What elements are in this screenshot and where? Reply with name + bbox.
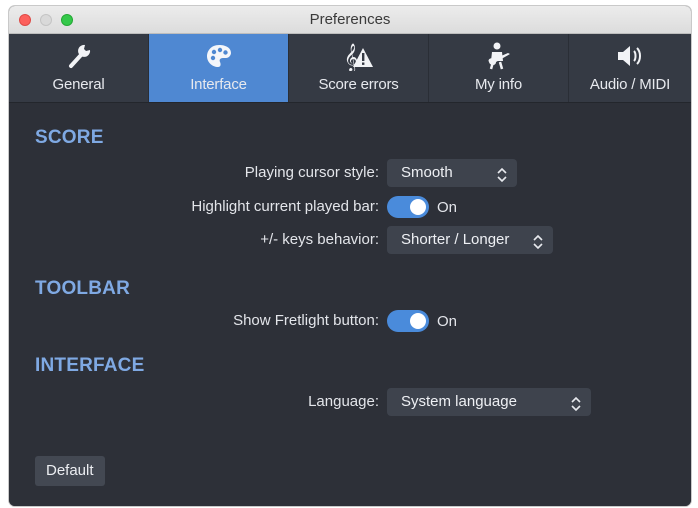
language-row: Language: System language xyxy=(9,388,691,416)
toggle-knob xyxy=(410,199,426,215)
fretlight-label: Show Fretlight button: xyxy=(233,312,379,329)
tab-my-info-label: My info xyxy=(475,76,522,93)
up-down-chevron-icon xyxy=(571,394,581,422)
tab-audio-midi-label: Audio / MIDI xyxy=(589,76,671,93)
fretlight-row: Show Fretlight button: On xyxy=(9,307,691,335)
keys-behavior-select[interactable]: Shorter / Longer xyxy=(387,226,553,254)
fretlight-toggle[interactable] xyxy=(387,310,429,332)
tab-general[interactable]: General xyxy=(9,34,149,102)
keys-behavior-value: Shorter / Longer xyxy=(401,231,510,248)
default-button[interactable]: Default xyxy=(35,456,105,486)
up-down-chevron-icon xyxy=(497,165,507,193)
highlight-bar-label: Highlight current played bar: xyxy=(191,198,379,215)
language-select[interactable]: System language xyxy=(387,388,591,416)
language-label: Language: xyxy=(308,393,379,410)
preferences-window: Preferences General Interface 𝄞 Score er… xyxy=(9,6,691,506)
toolbar-section-heading: TOOLBAR xyxy=(35,278,130,299)
toggle-knob xyxy=(410,313,426,329)
preferences-tab-bar: General Interface 𝄞 Score errors My info… xyxy=(9,34,691,103)
wrench-icon xyxy=(65,38,93,74)
cursor-style-row: Playing cursor style: Smooth xyxy=(9,159,691,187)
score-section-heading: SCORE xyxy=(35,127,104,148)
interface-section-heading: INTERFACE xyxy=(35,355,145,376)
tab-audio-midi[interactable]: Audio / MIDI xyxy=(569,34,691,102)
tab-interface[interactable]: Interface xyxy=(149,34,289,102)
window-title: Preferences xyxy=(309,11,391,28)
clef-warning-icon: 𝄞 xyxy=(342,38,376,74)
highlight-bar-toggle[interactable] xyxy=(387,196,429,218)
language-value: System language xyxy=(401,393,517,410)
tab-my-info[interactable]: My info xyxy=(429,34,569,102)
fretlight-control: On xyxy=(387,307,457,335)
up-down-chevron-icon xyxy=(533,232,543,260)
cursor-style-label: Playing cursor style: xyxy=(244,164,379,181)
tab-score-errors-label: Score errors xyxy=(318,76,399,93)
cursor-style-select[interactable]: Smooth xyxy=(387,159,517,187)
guitarist-icon xyxy=(484,38,514,74)
tab-score-errors[interactable]: 𝄞 Score errors xyxy=(289,34,429,102)
keys-behavior-row: +/- keys behavior: Shorter / Longer xyxy=(9,226,691,254)
speaker-icon xyxy=(614,38,646,74)
cursor-style-value: Smooth xyxy=(401,164,453,181)
highlight-bar-row: Highlight current played bar: On xyxy=(9,193,691,221)
tab-general-label: General xyxy=(52,76,105,93)
title-bar: Preferences xyxy=(9,6,691,34)
tab-interface-label: Interface xyxy=(190,76,247,93)
palette-icon xyxy=(205,38,233,74)
interface-settings-panel: SCORE Playing cursor style: Smooth Highl… xyxy=(9,103,691,506)
highlight-bar-state: On xyxy=(437,198,458,216)
keys-behavior-label: +/- keys behavior: xyxy=(260,231,379,248)
highlight-bar-control: On xyxy=(387,193,457,221)
fretlight-state: On xyxy=(437,312,458,330)
